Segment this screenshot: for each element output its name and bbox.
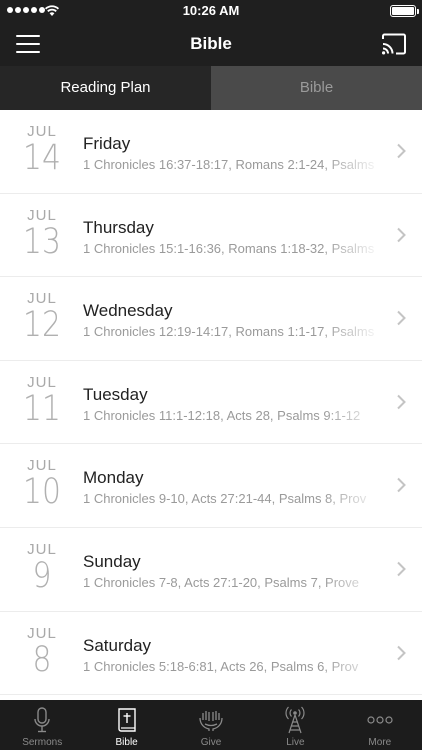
date-block: JUL 11 <box>14 374 70 429</box>
chevron-right-icon <box>397 310 406 326</box>
tabbar-label: Sermons <box>22 737 63 748</box>
date-block: JUL 8 <box>14 625 70 680</box>
date-day: 14 <box>23 138 61 178</box>
reading-passages: 1 Chronicles 7-8, Acts 27:1-20, Psalms 7… <box>83 574 360 590</box>
tabbar-item-bible[interactable]: Bible <box>84 700 168 750</box>
cast-icon[interactable] <box>381 33 407 55</box>
tabbar-label: Give <box>200 737 222 748</box>
chevron-right-icon <box>397 645 406 660</box>
bottom-tab-bar: Sermons Bible Give Live More <box>0 700 422 750</box>
tabbar-label: Bible <box>115 737 138 748</box>
chevron-right-icon <box>397 227 406 242</box>
reading-weekday: Friday <box>83 134 131 153</box>
reading-weekday: Tuesday <box>83 384 148 404</box>
date-block: JUL 9 <box>14 541 70 596</box>
reading-weekday: Sunday <box>83 551 141 571</box>
status-time: 10:26 AM <box>182 3 240 18</box>
tabbar-label: More <box>368 737 392 748</box>
date-block: JUL 14 <box>14 124 70 178</box>
date-day: 11 <box>23 388 61 429</box>
more-dots-icon <box>367 716 393 724</box>
tab-bible[interactable]: Bible <box>211 66 422 110</box>
page-title: Bible <box>190 34 232 53</box>
chevron-right-icon <box>397 561 406 577</box>
reading-row-jul-13[interactable]: JUL 13 Thursday 1 Chronicles 15:1-16:36,… <box>0 193 422 278</box>
reading-weekday: Wednesday <box>83 301 173 321</box>
tabbar-item-give[interactable]: Give <box>169 700 253 750</box>
date-day: 13 <box>23 221 61 262</box>
date-day: 10 <box>23 472 61 513</box>
date-day: 8 <box>32 639 52 680</box>
tabbar-item-more[interactable]: More <box>338 700 422 750</box>
reading-passages: 1 Chronicles 11:1-12:18, Acts 28, Psalms… <box>83 407 361 423</box>
reading-row-jul-9[interactable]: JUL 9 Sunday 1 Chronicles 7-8, Acts 27:1… <box>0 527 422 612</box>
reading-row-jul-8[interactable]: JUL 8 Saturday 1 Chronicles 5:18-6:81, A… <box>0 611 422 696</box>
tabbar-item-sermons[interactable]: Sermons <box>0 700 84 750</box>
date-day: 12 <box>23 305 61 346</box>
bible-icon <box>117 708 136 732</box>
reading-row-jul-11[interactable]: JUL 11 Tuesday 1 Chronicles 11:1-12:18, … <box>0 360 422 445</box>
give-hands-icon <box>199 711 223 731</box>
date-block: JUL 10 <box>14 458 70 513</box>
reading-weekday: Monday <box>83 468 144 488</box>
reading-row-jul-10[interactable]: JUL 10 Monday 1 Chronicles 9-10, Acts 27… <box>0 444 422 528</box>
reading-passages: 1 Chronicles 12:19-14:17, Romans 1:1-17,… <box>83 324 375 340</box>
date-block: JUL 12 <box>14 291 70 346</box>
chevron-right-icon <box>397 478 406 493</box>
nav-bar: Bible <box>0 22 422 66</box>
reading-row-jul-14[interactable]: JUL 14 Friday 1 Chronicles 16:37-18:17, … <box>0 110 422 194</box>
segmented-tabs: Reading Plan Bible <box>0 66 422 110</box>
tab-reading-plan[interactable]: Reading Plan <box>0 66 211 110</box>
broadcast-tower-icon <box>285 706 305 734</box>
reading-plan-list: JUL 14 Friday 1 Chronicles 16:37-18:17, … <box>0 110 422 700</box>
chevron-right-icon <box>397 394 406 409</box>
microphone-icon <box>34 707 50 733</box>
reading-row-jul-12[interactable]: JUL 12 Wednesday 1 Chronicles 12:19-14:1… <box>0 277 422 361</box>
date-day: 9 <box>32 555 52 596</box>
reading-passages: 1 Chronicles 15:1-16:36, Romans 1:18-32,… <box>83 240 375 256</box>
reading-weekday: Thursday <box>83 217 154 237</box>
battery-icon <box>390 5 419 17</box>
reading-passages: 1 Chronicles 9-10, Acts 27:21-44, Psalms… <box>83 491 367 507</box>
chevron-right-icon <box>397 143 406 159</box>
date-block: JUL 13 <box>14 207 70 262</box>
reading-weekday: Saturday <box>83 635 152 655</box>
reading-passages: 1 Chronicles 16:37-18:17, Romans 2:1-24,… <box>83 157 375 172</box>
tabbar-label: Live <box>286 737 305 748</box>
status-bar: 10:26 AM <box>0 0 422 22</box>
tabbar-item-live[interactable]: Live <box>253 700 337 750</box>
reading-passages: 1 Chronicles 5:18-6:81, Acts 26, Psalms … <box>83 658 359 674</box>
